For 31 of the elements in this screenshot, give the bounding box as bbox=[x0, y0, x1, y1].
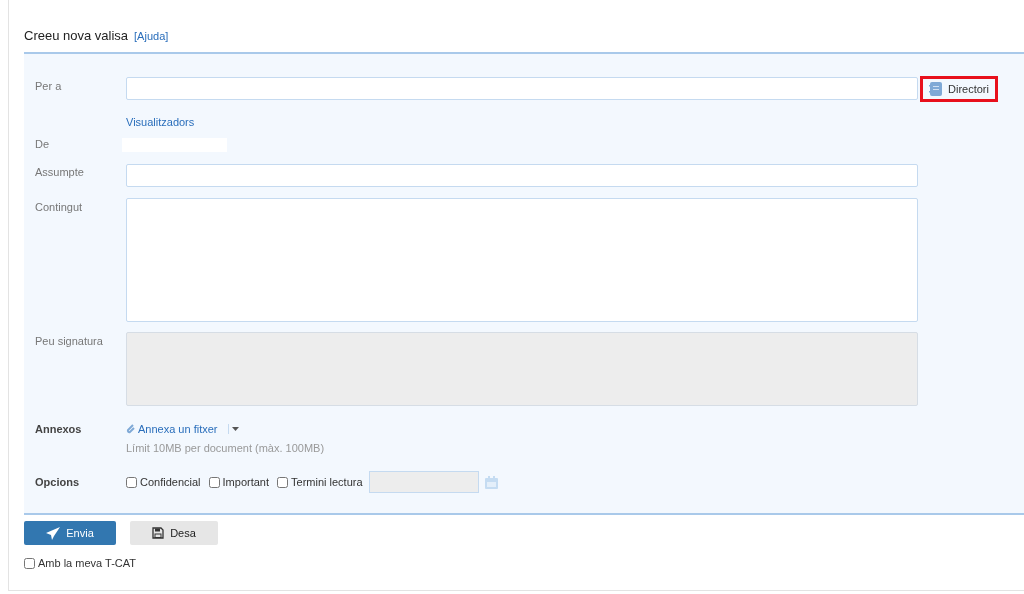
field-label: De bbox=[35, 138, 51, 150]
checkbox-label[interactable]: Termini lectura bbox=[291, 476, 363, 488]
option-checkbox[interactable] bbox=[277, 476, 288, 488]
viewers-link[interactable]: Visualitzadors bbox=[126, 116, 998, 128]
address-book-icon bbox=[929, 82, 942, 96]
attach-file-link[interactable]: Annexa un fitxer bbox=[126, 423, 218, 435]
field-label: Per a bbox=[35, 79, 63, 92]
size-limit-note: Límit 10MB per document (màx. 100MB) bbox=[126, 442, 325, 454]
save-button[interactable]: Desa bbox=[130, 521, 218, 545]
help-link[interactable]: [Ajuda] bbox=[134, 30, 169, 42]
content-field[interactable] bbox=[126, 198, 918, 322]
option-checkbox[interactable] bbox=[208, 476, 220, 488]
field-label: Contingut bbox=[35, 200, 84, 213]
field-label: Peu signatura bbox=[35, 334, 104, 347]
recipient-field[interactable] bbox=[126, 77, 918, 100]
field-label: Opcions bbox=[35, 476, 80, 488]
form-title: Creeu nova valisa bbox=[24, 28, 129, 43]
paperclip-icon bbox=[126, 424, 135, 434]
field-label: Annexos bbox=[35, 423, 83, 435]
send-button[interactable]: Envia bbox=[24, 521, 116, 545]
calendar-icon[interactable] bbox=[484, 475, 498, 489]
checkbox-label[interactable]: Amb la meva T-CAT bbox=[38, 557, 136, 569]
checkbox-label[interactable]: Important bbox=[222, 476, 269, 488]
paper-plane-icon bbox=[46, 526, 61, 540]
directory-button[interactable]: Directori bbox=[920, 76, 998, 102]
field-label: Assumpte bbox=[35, 165, 85, 178]
dropdown-caret-icon[interactable] bbox=[227, 424, 240, 434]
option-checkbox[interactable] bbox=[126, 476, 137, 488]
tcat-checkbox[interactable] bbox=[24, 557, 35, 569]
checkbox-label[interactable]: Confidencial bbox=[140, 476, 201, 488]
subject-field[interactable] bbox=[126, 164, 918, 187]
